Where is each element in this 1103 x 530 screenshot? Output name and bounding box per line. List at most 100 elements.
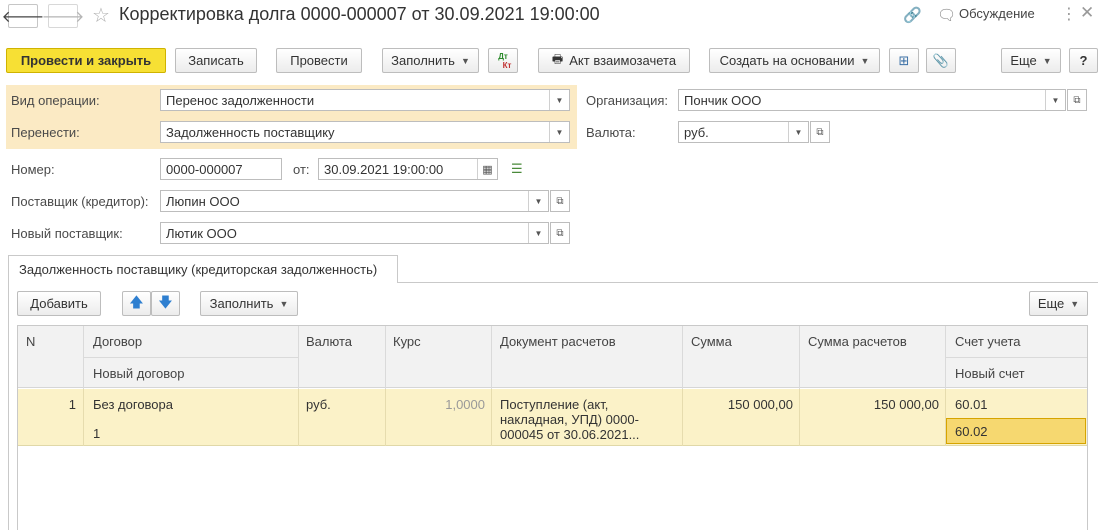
structure-icon: ⊞ [898,52,910,68]
create-based-button[interactable]: Создать на основании ▼ [709,48,880,73]
organization-label: Организация: [586,93,669,108]
chevron-down-icon[interactable]: ▼ [1045,90,1065,110]
arrow-left-icon: 🡐 [1,8,45,26]
close-icon[interactable]: ✕ [1080,3,1094,23]
organization-value: Пончик ООО [684,93,762,108]
cell-new-account[interactable]: 60.02 [946,418,1086,444]
supplier-field[interactable]: Люпин ООО ▼ [160,190,549,212]
netting-act-button[interactable]: 🖶 Акт взаимозачета [538,48,690,73]
operation-value: Перенос задолженности [166,93,315,108]
calendar-icon[interactable]: ▦ [477,159,497,179]
operation-select[interactable]: Перенос задолженности ▼ [160,89,570,111]
currency-field[interactable]: руб. ▼ [678,121,809,143]
transfer-label: Перенести: [11,125,80,140]
dt-kt-button[interactable]: Дт Кт [488,48,518,73]
header-sum[interactable]: Сумма [691,334,732,349]
fill-button[interactable]: Заполнить ▼ [382,48,479,73]
supplier-label: Поставщик (кредитор): [11,194,149,209]
link-icon[interactable]: 🔗 [903,6,922,24]
organization-open-button[interactable]: ⧉ [1067,89,1087,111]
currency-value: руб. [684,125,709,140]
new-supplier-open-button[interactable]: ⧉ [550,222,570,244]
number-input[interactable]: 0000-000007 [160,158,282,180]
arrow-right-icon: 🡒 [41,8,85,26]
table-fill-button[interactable]: Заполнить ▼ [200,291,298,316]
currency-label: Валюта: [586,125,636,140]
transfer-value: Задолженность поставщику [166,125,335,140]
cell-sum-settle[interactable]: 150 000,00 [808,397,939,412]
header-doc[interactable]: Документ расчетов [500,334,616,349]
more-button[interactable]: Еще ▼ [1001,48,1061,73]
cell-currency[interactable]: руб. [306,397,331,412]
table-more-button[interactable]: Еще ▼ [1029,291,1088,316]
new-supplier-field[interactable]: Лютик ООО ▼ [160,222,549,244]
cell-account[interactable]: 60.01 [955,397,988,412]
move-down-button[interactable]: 🡇 [151,291,180,316]
tab-supplier-debt[interactable]: Задолженность поставщику (кредиторская з… [8,255,398,283]
header-sum-settle[interactable]: Сумма расчетов [808,334,907,349]
currency-open-button[interactable]: ⧉ [810,121,830,143]
write-button[interactable]: Записать [175,48,257,73]
add-row-button[interactable]: Добавить [17,291,101,316]
header-currency[interactable]: Валюта [306,334,352,349]
fill-button-label: Заполнить [391,53,455,68]
attachment-button[interactable]: 📎 [926,48,956,73]
header-new-account[interactable]: Новый счет [955,366,1025,381]
header-n[interactable]: N [26,334,35,349]
discussion-link[interactable]: Обсуждение [959,6,1035,21]
cell-contract[interactable]: Без договора [93,397,173,412]
open-icon: ⧉ [1073,94,1081,106]
header-new-contract[interactable]: Новый договор [93,366,184,381]
chevron-down-icon: ▼ [279,298,289,309]
star-icon[interactable]: ☆ [92,3,110,28]
chevron-down-icon[interactable]: ▼ [528,223,548,243]
number-label: Номер: [11,162,55,177]
debt-table[interactable]: N Договор Новый договор Валюта Курс Доку… [17,325,1088,530]
dt-label: Дт [498,51,508,61]
cell-n[interactable]: 1 [26,397,76,412]
supplier-value: Люпин ООО [166,194,240,209]
table-fill-label: Заполнить [209,296,274,311]
header-contract[interactable]: Договор [93,334,142,349]
supplier-open-button[interactable]: ⧉ [550,190,570,212]
organization-field[interactable]: Пончик ООО ▼ [678,89,1066,111]
document-status-icon[interactable]: ☰ [511,161,523,177]
create-based-label: Создать на основании [719,53,855,68]
cell-new-contract[interactable]: 1 [93,426,100,441]
post-button[interactable]: Провести [276,48,362,73]
kt-label: Кт [502,60,512,70]
more-icon[interactable]: ⋮ [1061,4,1077,24]
chevron-down-icon[interactable]: ▼ [549,90,569,110]
chevron-down-icon: ▼ [460,55,470,66]
netting-act-label: Акт взаимозачета [569,53,677,68]
operation-label: Вид операции: [11,93,100,108]
cell-rate[interactable]: 1,0000 [393,397,485,412]
cell-doc[interactable]: Поступление (акт, накладная, УПД) 0000-0… [500,397,676,442]
chevron-down-icon[interactable]: ▼ [788,122,808,142]
paperclip-icon: 📎 [932,52,950,68]
transfer-select[interactable]: Задолженность поставщику ▼ [160,121,570,143]
printer-icon: 🖶 [551,52,564,66]
open-icon: ⧉ [556,227,564,239]
chevron-down-icon[interactable]: ▼ [528,191,548,211]
structure-icon-button[interactable]: ⊞ [889,48,919,73]
chevron-down-icon[interactable]: ▼ [549,122,569,142]
cell-sum[interactable]: 150 000,00 [691,397,793,412]
post-and-close-button[interactable]: Провести и закрыть [6,48,166,73]
help-button[interactable]: ? [1069,48,1098,73]
forward-button[interactable]: 🡒 [42,4,84,28]
back-button[interactable]: 🡐 [2,4,44,28]
date-value: 30.09.2021 19:00:00 [324,162,444,177]
new-supplier-label: Новый поставщик: [11,226,123,241]
header-rate[interactable]: Курс [393,334,421,349]
chevron-down-icon: ▼ [1070,298,1080,309]
chevron-down-icon: ▼ [1042,55,1052,66]
open-icon: ⧉ [556,195,564,207]
table-more-label: Еще [1037,296,1065,311]
page-title: Корректировка долга 0000-000007 от 30.09… [119,4,600,24]
date-label: от: [293,162,310,177]
date-input[interactable]: 30.09.2021 19:00:00 ▦ [318,158,498,180]
header-account[interactable]: Счет учета [955,334,1021,349]
move-up-button[interactable]: 🡅 [122,291,151,316]
arrow-up-icon: 🡅 [129,293,144,310]
